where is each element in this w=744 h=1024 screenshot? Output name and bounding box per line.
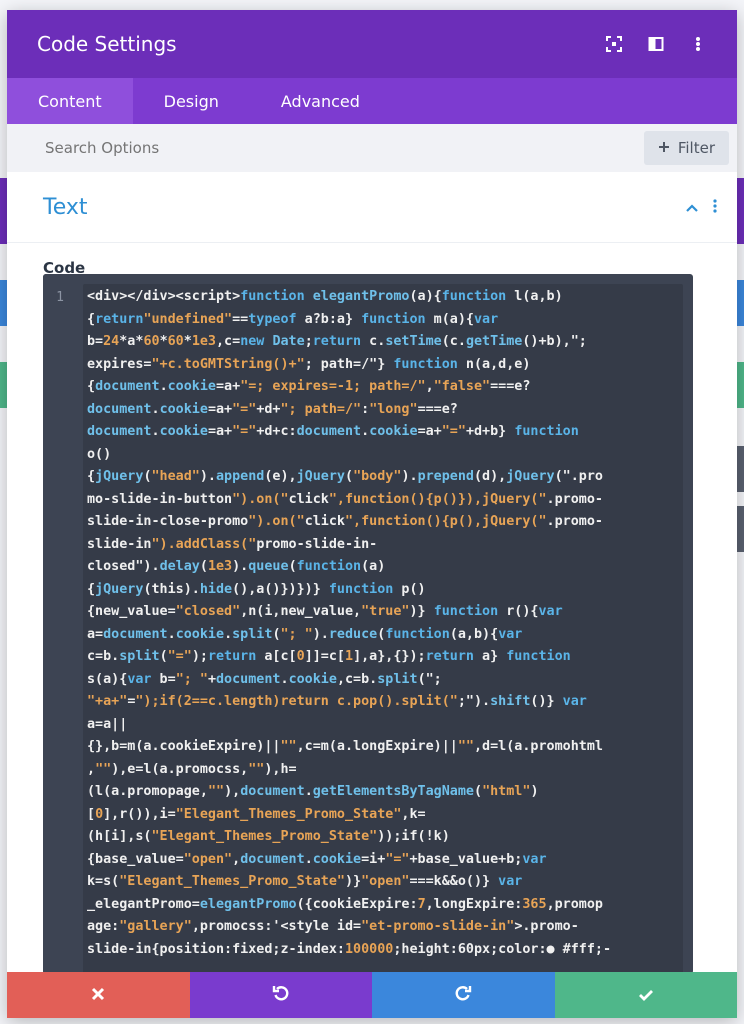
code-line: c=b.split("=");return a[c[0]]=c[1],a},{}… xyxy=(87,649,571,664)
code-line: {new_value="closed",n(i,new_value,"true"… xyxy=(87,604,563,619)
tab-design[interactable]: Design xyxy=(133,78,250,124)
code-editor[interactable]: 1 <div></div><script>function elegantPro… xyxy=(43,274,693,974)
code-line: slide-in").addClass("promo-slide-in- xyxy=(87,536,378,552)
code-line: a=a|| xyxy=(87,716,128,732)
code-line: ,""),e=l(a.promocss,""),h= xyxy=(87,761,297,777)
code-line: document.cookie=a+"="+d+c:document.cooki… xyxy=(87,424,579,439)
code-line: [0],r()),i="Elegant_Themes_Promo_State",… xyxy=(87,806,426,822)
code-line: {},b=m(a.cookieExpire)||"",c=m(a.longExp… xyxy=(87,739,603,754)
tab-bar: Content Design Advanced xyxy=(7,78,737,124)
line-number: 1 xyxy=(56,290,64,305)
redo-icon xyxy=(454,984,472,1007)
code-line: <div></div><script>function elegantPromo… xyxy=(87,289,563,304)
code-line: b=24*a*60*60*1e3,c=new Date;return c.set… xyxy=(87,334,587,349)
undo-icon xyxy=(272,984,290,1007)
code-line: _elegantPromo=elegantPromo({cookieExpire… xyxy=(87,896,603,912)
code-line: (l(a.promopage,""),document.getElementsB… xyxy=(87,784,539,799)
code-line: {jQuery(this).hide(),a()})})} function p… xyxy=(87,581,426,597)
split-view-icon[interactable] xyxy=(647,35,665,53)
code-line: slide-in{position:fixed;z-index:100000;h… xyxy=(87,941,612,957)
code-line: {jQuery("head").append(e),jQuery("body")… xyxy=(87,469,603,484)
code-line: closed").delay(1e3).queue(function(a) xyxy=(87,559,386,574)
section-header-text[interactable]: Text xyxy=(7,172,737,243)
code-settings-modal: Code Settings Content Design Advanced Fi… xyxy=(7,10,737,1018)
code-line: {base_value="open",document.cookie=i+"="… xyxy=(87,851,547,867)
code-line: o() xyxy=(87,446,112,462)
modal-header: Code Settings xyxy=(7,10,737,78)
redo-button[interactable] xyxy=(372,972,555,1018)
search-bar: Filter xyxy=(7,124,737,172)
plus-icon xyxy=(658,139,670,157)
code-line: {return"undefined"==typeof a?b:a} functi… xyxy=(87,311,499,327)
code-line: slide-in-close-promo").on("click",functi… xyxy=(87,514,603,529)
search-input[interactable] xyxy=(43,138,644,158)
code-line: mo-slide-in-button").on("click",function… xyxy=(87,491,603,507)
code-line: "+a+"=");if(2==c.length)return c.pop().s… xyxy=(87,694,587,709)
code-line: document.cookie=a+"="+d+"; path=/":"long… xyxy=(87,401,458,417)
code-line: (h[i],s("Elegant_Themes_Promo_State"));i… xyxy=(87,829,450,844)
filter-button[interactable]: Filter xyxy=(643,131,729,165)
more-vertical-icon[interactable] xyxy=(713,198,717,217)
expand-icon[interactable] xyxy=(605,35,623,53)
undo-button[interactable] xyxy=(189,972,372,1018)
modal-title: Code Settings xyxy=(37,32,177,56)
code-line: k=s("Elegant_Themes_Promo_State")}"open"… xyxy=(87,874,523,889)
line-number-gutter: 1 xyxy=(43,274,77,974)
code-line: a=document.cookie.split("; ").reduce(fun… xyxy=(87,626,523,642)
code-line: s(a){var b="; "+document.cookie,c=b.spli… xyxy=(87,671,442,687)
cancel-button[interactable] xyxy=(7,972,190,1018)
close-icon xyxy=(91,985,105,1006)
code-line: expires="+c.toGMTString()+"; path=/"} fu… xyxy=(87,356,531,372)
more-vertical-icon[interactable] xyxy=(689,35,707,53)
modal-footer xyxy=(7,972,737,1018)
code-line: age:"gallery",promocss:'<style id="et-pr… xyxy=(87,919,579,934)
section-title: Text xyxy=(43,194,88,220)
chevron-up-icon[interactable] xyxy=(685,198,699,217)
tab-content[interactable]: Content xyxy=(7,78,133,124)
save-button[interactable] xyxy=(554,972,737,1018)
check-icon xyxy=(638,985,654,1006)
filter-label: Filter xyxy=(677,139,715,157)
code-text-area[interactable]: <div></div><script>function elegantPromo… xyxy=(83,284,683,974)
code-line: {document.cookie=a+"=; expires=-1; path=… xyxy=(87,379,531,394)
tab-advanced[interactable]: Advanced xyxy=(250,78,391,124)
